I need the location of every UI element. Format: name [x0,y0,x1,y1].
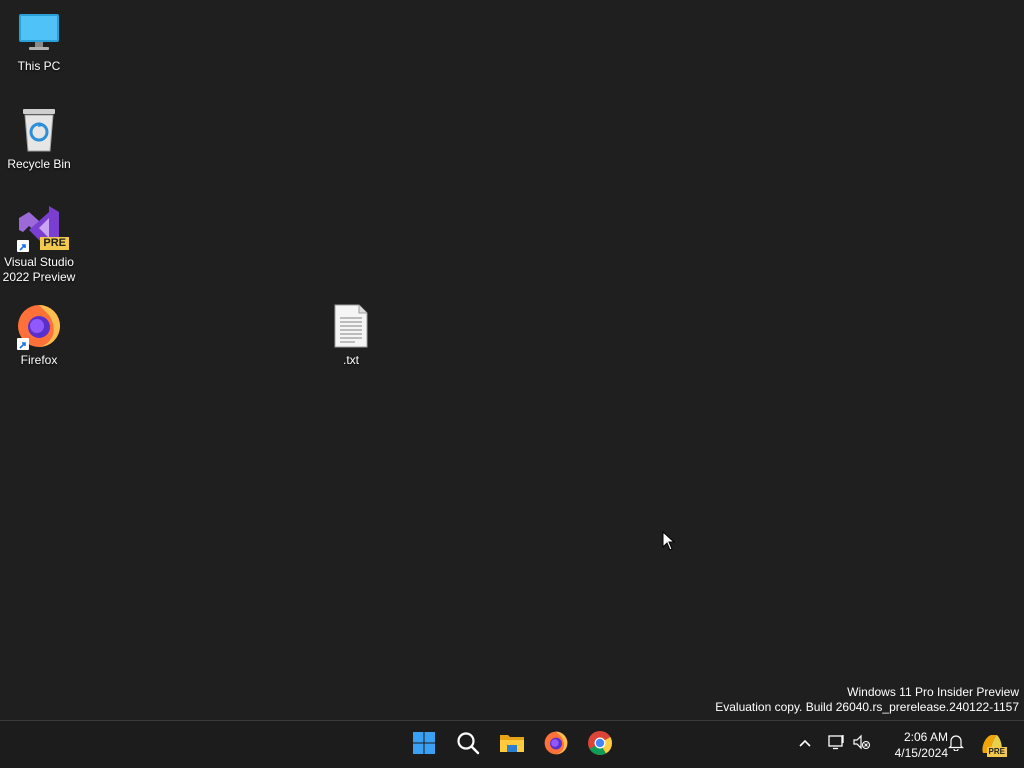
bell-icon [948,733,964,756]
evaluation-watermark: Windows 11 Pro Insider Preview Evaluatio… [715,685,1019,715]
desktop-icon-label: Firefox [20,353,58,367]
desktop-icon-this-pc[interactable]: This PC [0,8,78,74]
desktop-icon-visual-studio[interactable]: PRE Visual Studio 2022 Preview [0,204,78,285]
text-file-icon [327,302,375,350]
search-icon [456,731,480,760]
show-hidden-icons-button[interactable] [794,733,816,755]
network-icon [828,734,846,755]
firefox-icon [15,302,63,350]
shortcut-arrow-icon [17,338,29,350]
folder-icon [499,732,525,759]
volume-button[interactable] [851,733,873,755]
copilot-pre-badge: PRE [986,747,1007,757]
firefox-icon [543,730,569,761]
pre-badge: PRE [40,237,69,250]
desktop-icon-text-file[interactable]: .txt [312,302,390,368]
chevron-up-icon [798,735,812,753]
desktop-icon-label: Recycle Bin [7,157,71,171]
clock-date: 4/15/2024 [894,746,948,760]
desktop-icon-firefox[interactable]: Firefox [0,302,78,368]
clock-time: 2:06 AM [903,730,948,744]
mouse-cursor-icon [662,530,676,556]
firefox-taskbar-button[interactable] [536,725,576,765]
watermark-line-2: Evaluation copy. Build 26040.rs_prerelea… [715,700,1019,714]
chrome-taskbar-button[interactable] [580,725,620,765]
copilot-button[interactable]: PRE [978,733,1007,757]
recycle-bin-icon [15,106,63,154]
desktop: This PC Recycle Bin PRE Visual Studio 20… [0,0,1024,720]
shortcut-arrow-icon [17,240,29,252]
desktop-icon-label: .txt [342,353,359,367]
windows-start-icon [412,731,436,760]
watermark-line-1: Windows 11 Pro Insider Preview [847,685,1019,699]
desktop-icon-recycle-bin[interactable]: Recycle Bin [0,106,78,172]
desktop-icon-label: This PC [17,59,61,73]
taskbar: 2:06 AM 4/15/2024 PRE [0,720,1024,768]
desktop-icon-label: Visual Studio 2022 Preview [2,255,76,284]
volume-muted-icon [853,734,871,755]
search-button[interactable] [448,725,488,765]
visual-studio-icon: PRE [15,204,69,252]
clock[interactable]: 2:06 AM 4/15/2024 [878,729,948,761]
notifications-button[interactable] [945,733,967,755]
copilot-icon: PRE [979,733,1007,757]
start-button[interactable] [404,725,444,765]
chrome-icon [587,730,613,761]
network-button[interactable] [826,733,848,755]
file-explorer-button[interactable] [492,725,532,765]
monitor-icon [15,8,63,56]
